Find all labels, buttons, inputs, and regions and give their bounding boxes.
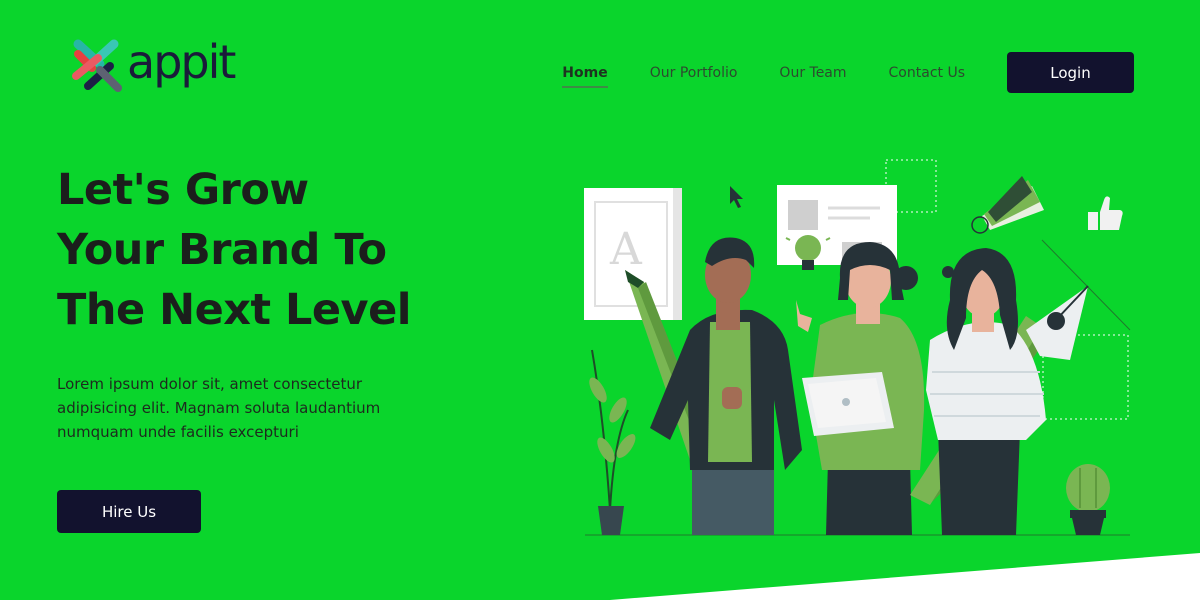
cactus-plant [1066,464,1110,535]
main-nav: Home Our Portfolio Our Team Contact Us L… [562,52,1134,93]
plant-left [589,349,636,535]
login-button[interactable]: Login [1007,52,1134,93]
nav-our-team[interactable]: Our Team [779,65,846,81]
hero-title-line-3: The Next Level [57,285,412,335]
cursor-icon [730,186,743,208]
team-illustration: A [584,159,1131,536]
color-swatch-icon [971,176,1044,234]
frame-picture: A [584,188,682,320]
hire-us-button[interactable]: Hire Us [57,490,201,533]
frame-letter: A [609,224,643,275]
logo[interactable]: appit [70,34,240,94]
logo-text: appit [127,35,236,89]
hero-title-line-2: Your Brand To [57,225,387,275]
hero-description: Lorem ipsum dolor sit, amet consectetur … [57,375,381,441]
logo-icon [72,39,122,92]
nav-our-portfolio[interactable]: Our Portfolio [650,65,738,81]
nav-contact-us[interactable]: Contact Us [889,65,965,81]
woman-middle-figure [796,242,925,535]
nav-home[interactable]: Home [562,65,609,88]
hero-title-line-1: Let's Grow [57,165,309,215]
woman-right-figure [926,248,1046,535]
thumbs-up-icon [1088,196,1123,230]
hero-title: Let's Grow Your Brand To The Next Level [57,160,477,340]
